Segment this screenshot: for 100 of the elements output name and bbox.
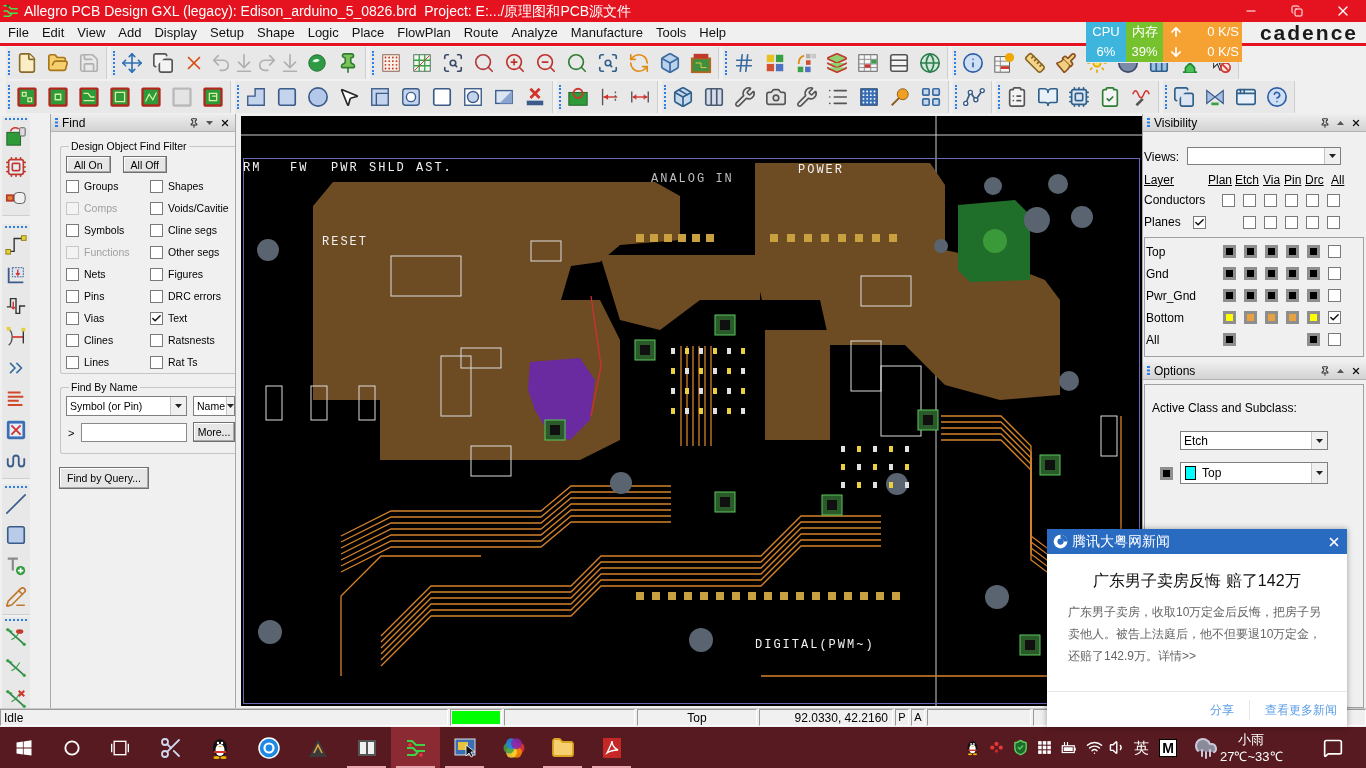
checkbox[interactable] [1193,215,1206,229]
cube-icon[interactable] [658,52,681,74]
menu-item[interactable]: Route [463,25,499,40]
checkbox[interactable] [66,267,79,281]
color-swatch[interactable] [1307,266,1320,280]
checkbox[interactable] [66,333,79,347]
color-swatch[interactable] [1244,266,1257,280]
column-header[interactable]: Via [1263,173,1281,187]
checkbox[interactable] [1264,193,1277,207]
checkbox[interactable] [1328,266,1341,280]
zoom-in-icon[interactable] [503,52,526,74]
color-swatch[interactable] [1286,244,1299,258]
magnifier-icon[interactable] [472,52,495,74]
brush-icon[interactable] [1054,52,1077,74]
menu-item[interactable]: Place [351,25,385,40]
close-icon[interactable] [1351,117,1361,128]
circle-square-icon[interactable] [461,86,484,108]
checkbox[interactable] [1306,215,1319,229]
checkbox[interactable] [150,245,163,259]
match-mode-dropdown[interactable]: Name [193,396,235,416]
ring-square-icon[interactable] [399,86,422,108]
book-icon[interactable] [1036,86,1059,108]
menu-item[interactable]: Tools [655,25,687,40]
checkbox[interactable] [150,311,163,325]
column-header[interactable]: Drc [1305,173,1324,187]
wrench-icon[interactable] [795,86,818,108]
net-line-icon[interactable] [5,656,27,679]
board-icon[interactable] [15,86,38,108]
class-dropdown[interactable]: Etch [1180,431,1328,450]
input-mode-indicator[interactable]: M [1159,738,1177,757]
menu-item[interactable]: View [77,25,106,40]
checkbox[interactable] [1243,215,1256,229]
board-icon[interactable] [566,86,589,108]
checkbox[interactable] [150,289,163,303]
chip-icon[interactable] [1067,86,1090,108]
grip-icon[interactable] [55,118,58,127]
board-icon[interactable] [5,124,27,147]
color-swatch[interactable] [1223,310,1236,324]
status-toggle[interactable]: P [895,709,909,726]
checkbox[interactable] [1285,215,1298,229]
color-swatch[interactable] [1307,288,1320,302]
sphere-icon[interactable] [305,52,328,74]
checkbox[interactable] [1222,193,1235,207]
input-language[interactable]: 英 [1133,738,1149,757]
board-icon[interactable] [201,86,224,108]
shield-icon[interactable] [1011,739,1029,756]
dot-grid-board-icon[interactable] [379,52,402,74]
checkbox[interactable] [66,355,79,369]
grid-icon[interactable] [1035,739,1053,756]
zoom-out-icon[interactable] [534,52,557,74]
table-icon[interactable] [992,52,1015,74]
menu-item[interactable]: Logic [307,25,339,40]
color-swatch[interactable] [1265,310,1278,324]
grip-icon[interactable] [1147,118,1150,127]
info-icon[interactable] [961,52,984,74]
column-header[interactable]: Plan [1208,173,1233,187]
color-swatch[interactable] [1265,288,1278,302]
checkbox[interactable] [1328,244,1341,258]
board-icon[interactable] [46,86,69,108]
table-icon[interactable] [856,52,879,74]
fanout-icon[interactable] [5,325,27,348]
checkbox[interactable] [150,223,163,237]
checkbox[interactable] [1264,215,1277,229]
cloud-rain-icon[interactable] [1194,735,1218,760]
board-icon[interactable] [689,52,712,74]
stacked-pages-icon[interactable] [1172,86,1195,108]
l-shape-icon[interactable] [244,86,267,108]
rectangle-icon[interactable] [5,523,27,546]
clear-all-button[interactable]: All Off [122,156,167,173]
checkbox[interactable] [150,267,163,281]
pin-icon[interactable] [189,117,199,128]
node-path-icon[interactable] [962,86,985,108]
checkbox[interactable] [150,355,163,369]
color-swatch[interactable] [1223,332,1236,346]
color-swatch[interactable] [1223,266,1236,280]
checkbox[interactable] [66,223,79,237]
color-swatch[interactable] [1244,288,1257,302]
checkbox[interactable] [1243,193,1256,207]
checkbox[interactable] [66,311,79,325]
copy-icon[interactable] [151,52,174,74]
find-by-query-button[interactable]: Find by Query... [59,467,149,489]
column-header[interactable]: All [1331,173,1345,187]
window-icon[interactable] [1234,86,1257,108]
dot-grid-icon[interactable] [857,86,880,108]
grip-icon[interactable] [1147,366,1150,375]
checkbox[interactable] [1285,193,1298,207]
folder-icon[interactable] [46,52,69,74]
menu-item[interactable]: Analyze [511,25,558,40]
temperature-range[interactable]: 27℃~33℃ [1220,747,1283,765]
scan-magnifier-icon[interactable] [596,52,619,74]
checkbox[interactable] [1328,288,1341,302]
chip-icon[interactable] [5,155,27,178]
name-input-field[interactable] [81,422,187,442]
color-swatch[interactable] [1265,266,1278,280]
camera-icon[interactable] [764,86,787,108]
views-dropdown[interactable] [1187,147,1341,165]
line-icon[interactable] [5,492,27,515]
select-all-button[interactable]: All On [66,156,111,173]
nested-square-icon[interactable] [368,86,391,108]
caret-up-icon[interactable] [1337,120,1344,125]
